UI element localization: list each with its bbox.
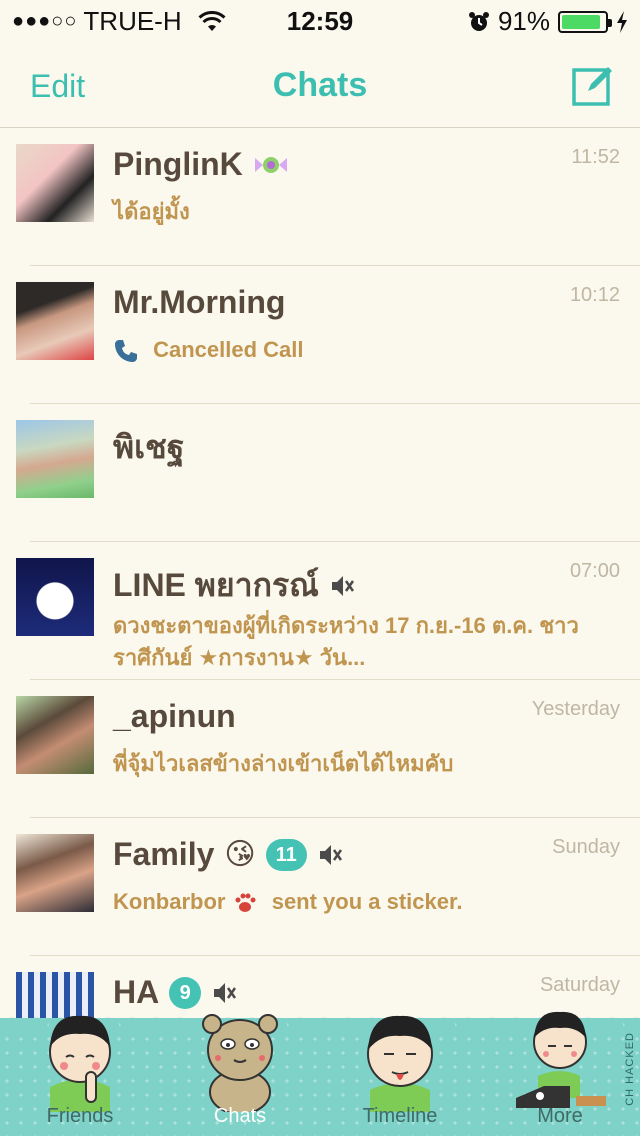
watermark: CH HACKED xyxy=(624,1032,636,1106)
tab-bar: Friends Chats Timeline More CH HACKED xyxy=(0,1006,640,1136)
unread-badge: 11 xyxy=(265,838,307,871)
chat-time: 07:00 xyxy=(569,560,620,582)
chat-row[interactable]: Family 😘 11 Sunday Konbarbor sent you a … xyxy=(0,818,640,956)
tab-more[interactable]: More xyxy=(480,1011,640,1136)
more-character-icon xyxy=(516,1011,606,1108)
tab-timeline[interactable]: Timeline xyxy=(320,1015,480,1136)
avatar xyxy=(16,558,94,636)
phone-icon xyxy=(115,340,137,363)
battery-icon xyxy=(558,10,612,33)
battery-fill xyxy=(562,14,601,29)
chat-preview: พี่จุ้มไวเลสข้างล่างเข้าเน็ตได้ไหมคับ xyxy=(113,751,454,776)
chat-preview-text: Cancelled Call xyxy=(153,337,304,362)
chat-name: _apinun xyxy=(113,698,236,734)
avatar xyxy=(16,282,94,360)
alarm-clock-icon xyxy=(468,11,489,31)
status-right: 91% xyxy=(468,6,628,37)
chat-name-text: LINE พยากรณ์ xyxy=(113,567,319,603)
avatar xyxy=(16,420,94,498)
battery-percent: 91% xyxy=(497,6,550,36)
tab-label: Chats xyxy=(213,1105,267,1127)
kiss-emoji-icon: 😘 xyxy=(224,837,256,872)
charging-bolt-icon xyxy=(617,10,627,33)
friends-character-icon xyxy=(49,1015,111,1112)
chat-name: LINE พยากรณ์ xyxy=(113,560,355,611)
chats-bear-icon xyxy=(202,1014,278,1112)
mute-icon xyxy=(319,844,342,865)
compose-icon[interactable] xyxy=(572,64,614,106)
page-title: Chats xyxy=(272,66,368,104)
chat-time: Saturday xyxy=(539,974,620,996)
mute-icon xyxy=(331,575,354,596)
candy-icon xyxy=(254,156,287,173)
paw-print-icon xyxy=(235,893,256,913)
chat-preview: Konbarbor sent you a sticker. xyxy=(113,886,610,918)
chat-name: พิเชฐ xyxy=(113,429,185,465)
avatar xyxy=(16,696,94,774)
edit-button[interactable]: Edit xyxy=(30,68,85,105)
chat-name: PinglinK xyxy=(113,146,289,183)
tab-label: Timeline xyxy=(362,1105,438,1127)
timeline-character-icon xyxy=(367,1015,433,1112)
preview-sender: Konbarbor xyxy=(113,889,226,914)
status-bar: ●●●○○ TRUE-H 12:59 91% xyxy=(0,0,640,40)
chat-preview: ได้อยู่มั้ง xyxy=(113,199,190,224)
chat-row[interactable]: Mr.Morning 10:12 Cancelled Call xyxy=(0,266,640,404)
tab-label: More xyxy=(537,1105,583,1127)
chat-name: Mr.Morning xyxy=(113,284,286,320)
tab-label: Friends xyxy=(46,1105,114,1127)
chat-preview: Cancelled Call xyxy=(113,334,610,366)
chat-name: Family 😘 11 xyxy=(113,836,343,873)
chat-preview: ดวงชะตาของผู้ที่เกิดระหว่าง 17 ก.ย.-16 ต… xyxy=(113,613,579,670)
chat-time: Yesterday xyxy=(531,698,620,720)
chat-time: 10:12 xyxy=(569,284,620,306)
nav-bar: Edit Chats xyxy=(0,40,640,128)
chat-row[interactable]: พิเชฐ xyxy=(0,404,640,542)
preview-text: sent you a sticker. xyxy=(271,889,463,914)
chat-time: 11:52 xyxy=(571,146,620,168)
chat-time: Sunday xyxy=(552,836,620,858)
chat-row[interactable]: LINE พยากรณ์ 07:00 ดวงชะตาของผู้ที่เกิดร… xyxy=(0,542,640,680)
chat-name-text: PinglinK xyxy=(113,146,243,182)
tab-friends[interactable]: Friends xyxy=(0,1015,160,1136)
chat-list: PinglinK 11:52 ได้อยู่มั้ง Mr.Morning 10… xyxy=(0,128,640,1094)
chat-name-text: Family xyxy=(113,836,215,872)
avatar xyxy=(16,834,94,912)
tab-chats[interactable]: Chats xyxy=(160,1014,320,1136)
chat-row[interactable]: PinglinK 11:52 ได้อยู่มั้ง xyxy=(0,128,640,266)
chat-row[interactable]: _apinun Yesterday พี่จุ้มไวเลสข้างล่างเข… xyxy=(0,680,640,818)
avatar xyxy=(16,144,94,222)
